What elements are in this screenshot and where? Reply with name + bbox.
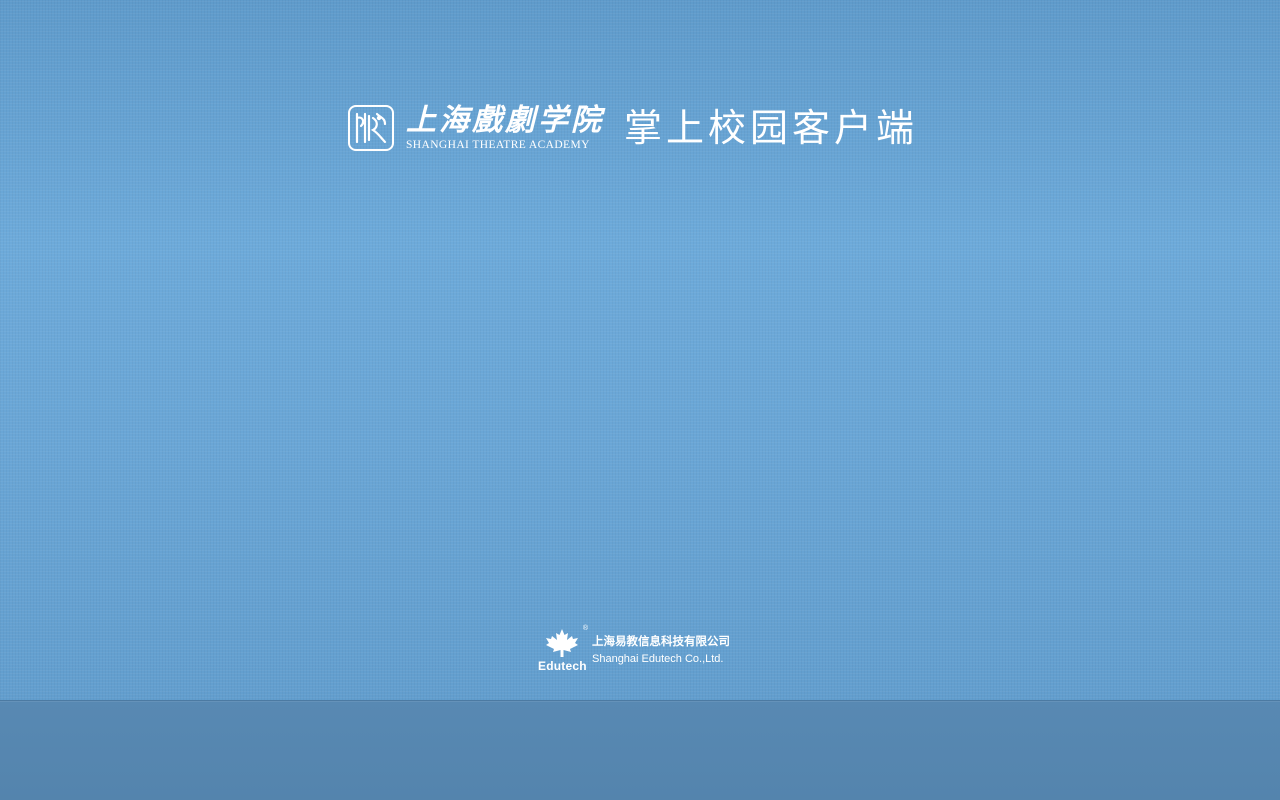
- registered-mark: ®: [582, 625, 588, 632]
- edutech-wordmark: Edutech: [538, 659, 587, 673]
- academy-name: 上海戲劇学院 SHANGHAI THEATRE ACADEMY: [406, 102, 604, 152]
- academy-name-chinese: 上海戲劇学院: [406, 102, 604, 138]
- company-name-english: Shanghai Edutech Co.,Ltd.: [592, 653, 724, 665]
- maple-leaf-icon: [546, 629, 578, 657]
- bottom-bar: [0, 700, 1280, 800]
- edutech-brand: ® Edutech 上海易教信息科技有限公司 Shanghai Edutech …: [538, 625, 730, 673]
- app-header: 上海戲劇学院 SHANGHAI THEATRE ACADEMY 掌上校园客户端: [346, 102, 918, 154]
- theatre-academy-emblem-icon: [346, 103, 396, 153]
- company-name-chinese: 上海易教信息科技有限公司: [592, 634, 730, 648]
- app-title: 掌上校园客户端: [624, 106, 919, 150]
- academy-name-english: SHANGHAI THEATRE ACADEMY: [406, 138, 590, 151]
- company-info: 上海易教信息科技有限公司 Shanghai Edutech Co.,Ltd.: [592, 633, 730, 667]
- edutech-logo: ® Edutech: [538, 625, 588, 673]
